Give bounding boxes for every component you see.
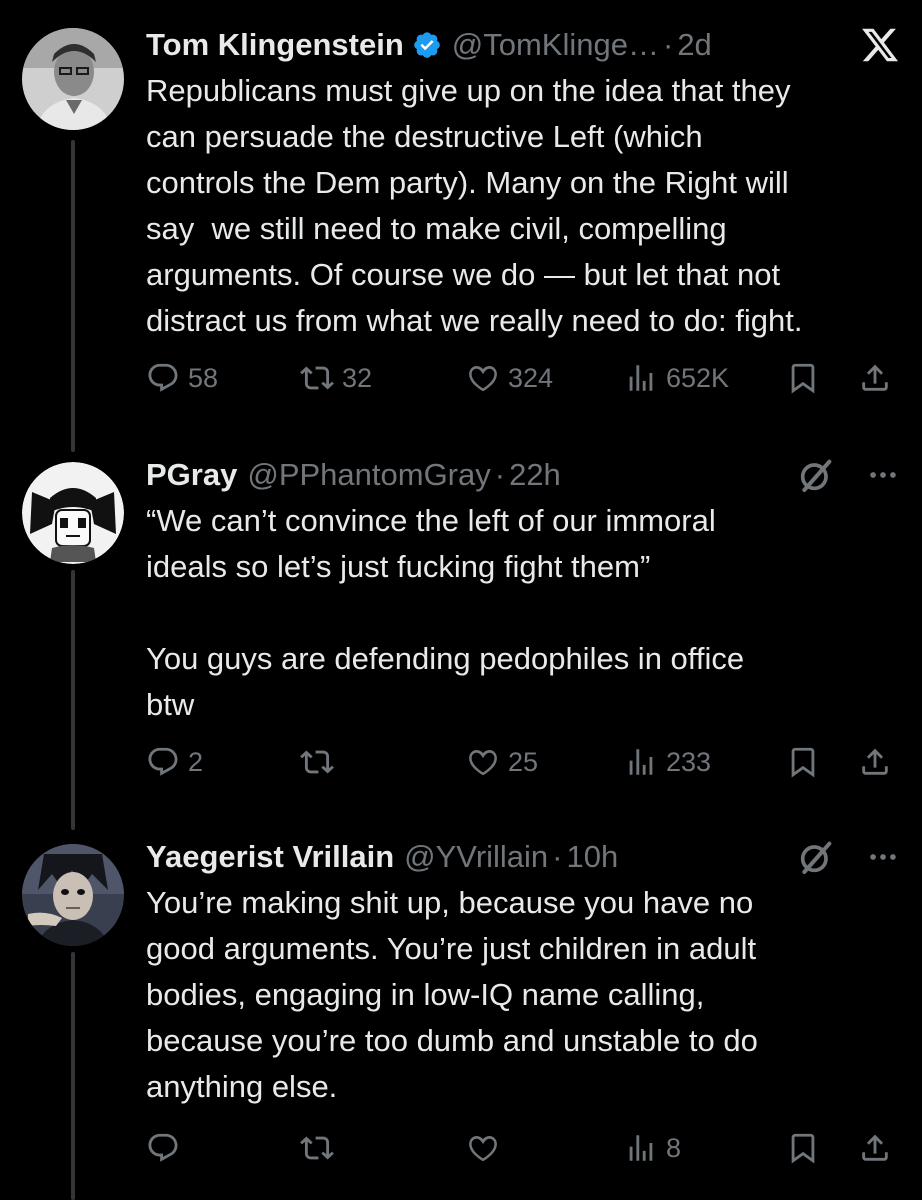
repost-count: 32 [342,362,373,393]
reply-button[interactable]: 2 [146,742,203,782]
tweet-actions: 58 32 324 652K [146,358,906,398]
views-chart-icon [629,1135,653,1161]
author-handle[interactable]: @YVrillain [404,834,548,880]
like-button[interactable] [466,1128,508,1168]
views-button[interactable]: 8 [624,1128,681,1168]
timestamp[interactable]: 2d [677,22,711,68]
views-chart-icon [629,749,653,775]
timestamp[interactable]: 10h [567,834,619,880]
heart-icon [469,1135,497,1162]
reply-count: 2 [188,746,204,777]
bookmark-icon [791,747,815,778]
author-name[interactable]: Yaegerist Vrillain [146,834,394,880]
views-button[interactable]: 233 [624,742,711,782]
repost-icon [300,750,334,774]
tweet-yaegerist-vrillain[interactable]: Yaegerist Vrillain @YVrillain · 10h You’… [0,830,922,1200]
share-icon [862,1134,888,1161]
more-options-icon[interactable] [866,458,900,492]
x-logo-icon [862,28,899,62]
share-button[interactable] [858,742,892,782]
view-count: 233 [666,746,712,777]
heart-icon [469,749,497,776]
avatar[interactable] [22,28,124,130]
views-chart-icon [629,365,653,391]
tweet-actions: 8 [146,1128,906,1168]
reply-count: 58 [188,362,219,393]
reply-icon [148,747,178,776]
bookmark-button[interactable] [786,742,820,782]
tweet-actions: 2 25 233 [146,742,906,782]
share-button[interactable] [858,1128,892,1168]
repost-icon [300,1136,334,1160]
tweet-pgray[interactable]: PGray @PPhantomGray · 22h “We can’t conv… [0,440,922,830]
tweet-text: “We can’t convince the left of our immor… [146,503,745,722]
repost-button[interactable] [300,742,342,782]
author-handle[interactable]: @TomKlinge… [452,22,659,68]
share-icon [862,748,888,775]
like-count: 324 [508,362,554,393]
reply-icon [148,1133,178,1162]
author-handle[interactable]: @PPhantomGray [247,452,490,498]
tweet-text: Republicans must give up on the idea tha… [146,73,803,338]
bookmark-icon [791,1133,815,1164]
like-button[interactable]: 324 [466,358,553,398]
share-button[interactable] [858,358,892,398]
share-icon [862,364,888,391]
view-count: 652K [666,362,730,393]
reply-button[interactable] [146,1128,188,1168]
timestamp[interactable]: 22h [509,452,561,498]
author-name[interactable]: PGray [146,452,237,498]
bookmark-icon [791,363,815,394]
views-button[interactable]: 652K [624,358,729,398]
tweet-header: Yaegerist Vrillain @YVrillain · 10h [146,834,900,880]
repost-button[interactable] [300,1128,342,1168]
heart-icon [469,365,497,392]
grok-icon[interactable] [796,455,836,495]
avatar[interactable] [22,462,124,564]
tweet-header: PGray @PPhantomGray · 22h [146,452,900,498]
repost-button[interactable]: 32 [300,358,372,398]
avatar[interactable] [22,844,124,946]
bookmark-button[interactable] [786,358,820,398]
grok-icon[interactable] [796,837,836,877]
view-count: 8 [666,1132,682,1163]
tweet-header: Tom Klingenstein @TomKlinge… · 2d [146,22,900,68]
reply-icon [148,363,178,392]
reply-button[interactable]: 58 [146,358,218,398]
like-button[interactable]: 25 [466,742,538,782]
verified-badge-icon [413,32,440,58]
more-options-icon[interactable] [866,840,900,874]
bookmark-button[interactable] [786,1128,820,1168]
tweet-text: You’re making shit up, because you have … [146,885,758,1104]
repost-icon [300,366,334,390]
author-name[interactable]: Tom Klingenstein [146,22,404,68]
tweet-tom-klingenstein[interactable]: Tom Klingenstein @TomKlinge… · 2d Republ… [0,0,922,440]
like-count: 25 [508,746,539,777]
